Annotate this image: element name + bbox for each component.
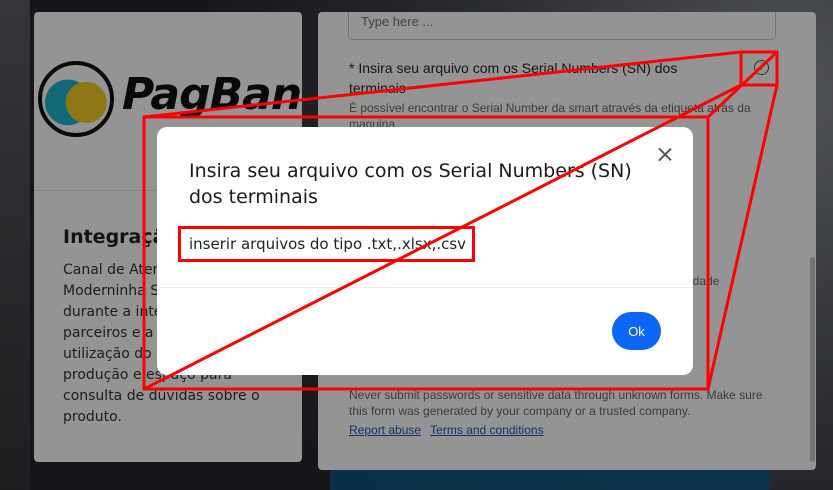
annotation-line-bottom-right bbox=[706, 84, 779, 390]
annotation-highlight-box bbox=[178, 226, 475, 262]
annotation-line-top-left bbox=[143, 50, 742, 119]
